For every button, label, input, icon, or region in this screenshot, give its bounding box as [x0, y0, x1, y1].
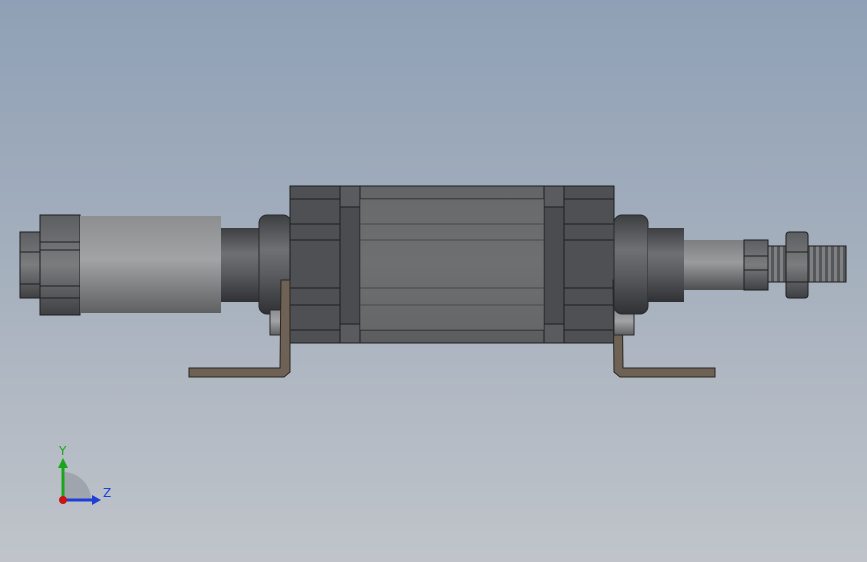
left-end-assembly[interactable] — [19, 214, 293, 336]
y-axis-arrow — [58, 458, 68, 468]
cylinder-body[interactable] — [289, 185, 615, 344]
right-end-cap[interactable] — [613, 214, 649, 315]
rod-coupler[interactable] — [743, 239, 769, 291]
right-neck[interactable] — [648, 228, 684, 302]
right-end-assembly[interactable] — [613, 214, 847, 336]
y-axis-label: Y — [58, 444, 67, 458]
cad-viewport[interactable]: Y Z — [0, 0, 867, 562]
left-head-cover[interactable] — [289, 185, 343, 344]
z-axis-arrow — [92, 495, 101, 505]
left-nut-collar[interactable] — [39, 214, 81, 316]
z-axis-label: Z — [103, 486, 111, 500]
piston-rod[interactable] — [684, 240, 746, 290]
left-neck[interactable] — [221, 228, 259, 302]
left-hex-nut[interactable] — [19, 231, 43, 299]
right-head-cover[interactable] — [561, 185, 615, 344]
right-hex-nut[interactable] — [785, 231, 809, 299]
left-extension-rod[interactable] — [80, 216, 221, 313]
tube-center — [360, 199, 544, 330]
x-axis-dot — [59, 496, 67, 504]
triad-xz-plane — [63, 472, 91, 500]
orientation-triad[interactable]: Y Z — [58, 444, 111, 505]
